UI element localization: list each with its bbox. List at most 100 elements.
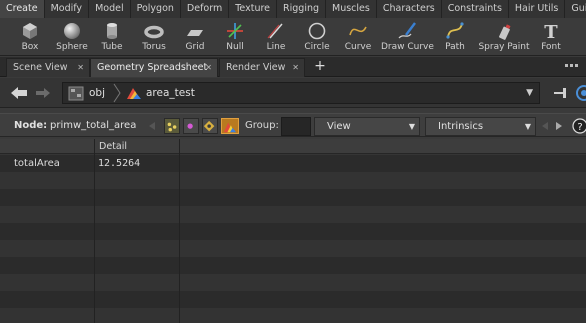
sphere-icon bbox=[64, 23, 80, 39]
empty-row bbox=[0, 291, 586, 308]
points-toggle-button[interactable] bbox=[164, 118, 180, 134]
spray-paint-tool-button[interactable]: Spray Paint bbox=[476, 18, 532, 56]
shelf-tab-modify[interactable]: Modify bbox=[44, 0, 90, 18]
node-name: primw_total_area bbox=[50, 120, 137, 131]
shelf-tab-create[interactable]: Create bbox=[0, 0, 45, 18]
svg-text:?: ? bbox=[577, 122, 582, 133]
vertices-toggle-button[interactable] bbox=[183, 118, 199, 134]
shelf-tab-model[interactable]: Model bbox=[89, 0, 131, 18]
group-label: Group: bbox=[245, 120, 279, 131]
points-icon bbox=[167, 122, 177, 132]
tab-scene-view[interactable]: Scene View ✕ bbox=[6, 58, 90, 77]
network-icon bbox=[68, 86, 84, 101]
help-icon[interactable]: ? bbox=[572, 118, 586, 134]
back-arrow-icon[interactable] bbox=[10, 86, 28, 100]
torus-tool-button[interactable]: Torus bbox=[134, 18, 174, 56]
column-divider[interactable] bbox=[94, 139, 95, 323]
tab-label: Render View bbox=[226, 62, 286, 73]
tool-label: Tube bbox=[101, 42, 123, 52]
torus-icon bbox=[144, 25, 164, 39]
view-dropdown[interactable]: View ▼ bbox=[314, 117, 420, 136]
column-divider[interactable] bbox=[179, 139, 180, 323]
svg-text:T: T bbox=[544, 22, 558, 41]
path-node[interactable]: area_test bbox=[146, 83, 195, 103]
path-dropdown-icon[interactable]: ▼ bbox=[526, 83, 533, 103]
path-root[interactable]: obj bbox=[89, 83, 105, 103]
shelf-tab-constraints[interactable]: Constraints bbox=[441, 0, 509, 18]
column-header-detail[interactable]: Detail bbox=[95, 139, 179, 154]
box-tool-button[interactable]: Box bbox=[10, 18, 50, 56]
circle-icon bbox=[308, 22, 326, 40]
shelf-tab-characters[interactable]: Characters bbox=[376, 0, 442, 18]
tab-geometry-spreadsheet[interactable]: Geometry Spreadsheet ✕ bbox=[90, 58, 218, 77]
link-icon[interactable] bbox=[574, 84, 586, 102]
font-tool-button[interactable]: T Font bbox=[532, 18, 570, 56]
path-icon bbox=[446, 22, 464, 39]
sphere-tool-button[interactable]: Sphere bbox=[52, 18, 92, 56]
tool-label: Torus bbox=[142, 42, 166, 52]
primitives-toggle-button[interactable] bbox=[202, 118, 218, 134]
arrow-right-icon[interactable] bbox=[554, 121, 564, 131]
null-icon bbox=[227, 23, 243, 39]
font-icon: T bbox=[544, 22, 558, 41]
path-tool-button[interactable]: Path bbox=[436, 18, 474, 56]
tube-icon bbox=[107, 23, 117, 39]
node-label: Node: bbox=[14, 120, 48, 131]
tab-label: Scene View bbox=[13, 62, 68, 73]
primitives-icon bbox=[203, 120, 215, 132]
empty-row bbox=[0, 308, 586, 323]
column-header-row: Detail bbox=[0, 139, 586, 154]
detail-value-cell: 12.5264 bbox=[98, 158, 141, 169]
arrow-left-icon[interactable] bbox=[147, 121, 157, 131]
grid-tool-button[interactable]: Grid bbox=[175, 18, 215, 56]
shelf-tab-polygon[interactable]: Polygon bbox=[130, 0, 181, 18]
forward-arrow-icon[interactable] bbox=[35, 86, 51, 100]
tool-label: Box bbox=[21, 42, 39, 52]
empty-row bbox=[0, 206, 586, 223]
empty-row bbox=[0, 240, 586, 257]
tab-render-view[interactable]: Render View ✕ bbox=[219, 58, 305, 77]
tool-label: Curve bbox=[344, 42, 372, 52]
close-icon[interactable]: ✕ bbox=[292, 59, 299, 77]
tool-label: Spray Paint bbox=[478, 42, 530, 52]
circle-tool-button[interactable]: Circle bbox=[297, 18, 337, 56]
curve-tool-button[interactable]: Curve bbox=[338, 18, 378, 56]
line-tool-button[interactable]: Line bbox=[257, 18, 295, 56]
shelf-tools: Box Sphere Tube Torus Grid Null Line Cir… bbox=[0, 18, 586, 56]
arrow-left-icon[interactable] bbox=[540, 121, 550, 131]
path-bar: obj area_test ▼ bbox=[0, 78, 586, 108]
chevron-down-icon: ▼ bbox=[408, 122, 415, 131]
empty-row bbox=[0, 172, 586, 189]
close-icon[interactable]: ✕ bbox=[77, 59, 84, 77]
shelf-tab-muscles[interactable]: Muscles bbox=[326, 0, 377, 18]
shelf-tab-deform[interactable]: Deform bbox=[180, 0, 230, 18]
tool-label: Sphere bbox=[56, 42, 88, 52]
tool-label: Font bbox=[541, 42, 561, 52]
detail-toggle-button[interactable] bbox=[221, 118, 239, 134]
path-field[interactable]: obj area_test ▼ bbox=[62, 82, 540, 104]
group-field[interactable] bbox=[281, 117, 311, 136]
draw-curve-tool-button[interactable]: Draw Curve bbox=[381, 18, 434, 56]
pane-menu-icon[interactable] bbox=[564, 62, 582, 74]
shelf-tab-texture[interactable]: Texture bbox=[229, 0, 278, 18]
shelf-tab-guide-process[interactable]: Guide Process bbox=[565, 0, 586, 18]
tool-label: Line bbox=[266, 42, 286, 52]
intrinsics-dropdown[interactable]: Intrinsics ▼ bbox=[425, 117, 536, 136]
shelf-tab-rigging[interactable]: Rigging bbox=[277, 0, 327, 18]
tool-label: Circle bbox=[304, 42, 330, 52]
empty-row bbox=[0, 189, 586, 206]
curve-icon bbox=[349, 26, 367, 36]
geometry-node-icon bbox=[127, 88, 141, 99]
box-icon bbox=[23, 23, 37, 39]
add-tab-button[interactable]: + bbox=[313, 58, 327, 74]
tube-tool-button[interactable]: Tube bbox=[93, 18, 131, 56]
pane-tab-bar: Scene View ✕ Geometry Spreadsheet ✕ Rend… bbox=[0, 57, 586, 77]
vertices-icon bbox=[187, 123, 193, 129]
null-tool-button[interactable]: Null bbox=[216, 18, 254, 56]
pin-icon[interactable] bbox=[553, 86, 569, 100]
spray-paint-icon bbox=[499, 24, 511, 40]
table-row[interactable]: totalArea 12.5264 bbox=[0, 155, 586, 172]
tool-label: Draw Curve bbox=[381, 42, 434, 52]
shelf-tab-hair-utils[interactable]: Hair Utils bbox=[508, 0, 566, 18]
close-icon[interactable]: ✕ bbox=[205, 59, 212, 77]
